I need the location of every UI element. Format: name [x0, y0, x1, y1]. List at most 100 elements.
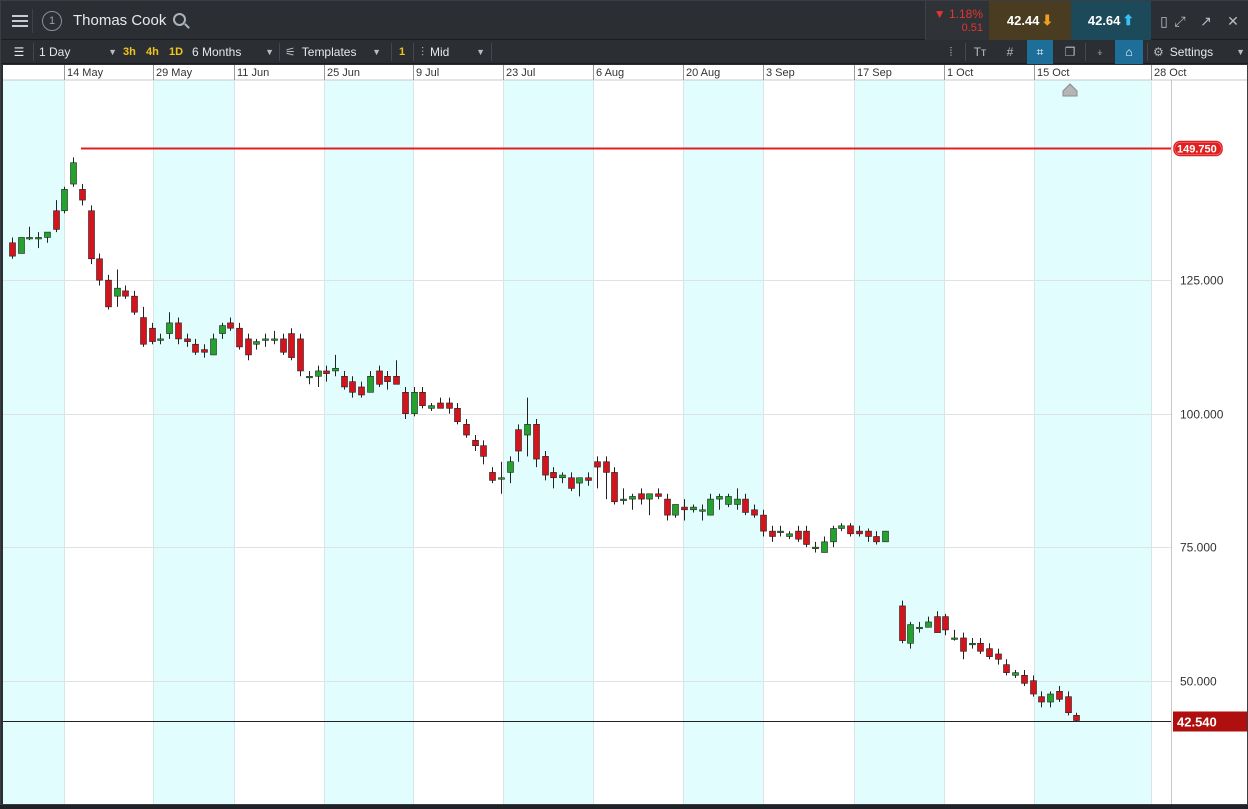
candle [437, 397, 444, 409]
instrument-title[interactable]: Thomas Cook [73, 12, 166, 29]
buy-button[interactable]: 42.64 ⬆ [1071, 1, 1151, 40]
last-price-tag: 42.540 [1173, 711, 1247, 732]
candle-body [1003, 664, 1010, 673]
candle-body [916, 626, 923, 630]
candle-body [611, 472, 618, 503]
x-tick-label: 6 Aug [596, 67, 624, 79]
crosshair-grid-icon[interactable]: ⌗ [1027, 40, 1053, 64]
candle-body [271, 338, 278, 341]
interval-3h-button[interactable]: 3h [123, 40, 136, 64]
grid-icon[interactable]: # [999, 40, 1021, 64]
candle-body [594, 461, 601, 468]
close-icon[interactable]: ✕ [1223, 11, 1243, 31]
y-tick-label: 75.000 [1180, 541, 1217, 555]
price-type-select[interactable]: ⫶ Mid ▼ [421, 40, 485, 64]
candle-body [812, 546, 819, 549]
candle-body [803, 530, 810, 545]
candle-body [384, 375, 391, 382]
candle [480, 440, 487, 465]
range-select[interactable]: 6 Months ▼ [192, 40, 274, 64]
x-tick-label: 3 Sep [766, 67, 795, 79]
candle-body [253, 341, 260, 345]
candle-body [349, 381, 356, 393]
candle [1021, 669, 1028, 687]
change-percent: 1.18% [948, 7, 983, 21]
chevron-down-icon: ▼ [108, 47, 117, 57]
candle-body [515, 429, 522, 452]
candle-body [393, 375, 400, 385]
candle-body [725, 496, 732, 505]
candle [489, 467, 496, 484]
last-price-tag-label: 42.540 [1177, 715, 1217, 730]
settings-menu[interactable]: ⚙ Settings ▼ [1153, 40, 1245, 64]
templates-label: Templates [301, 45, 357, 59]
candle-body [742, 498, 749, 513]
candle-body [865, 530, 872, 537]
candlestick-chart[interactable]: 14 May 29 May 11 Jun 25 Jun 9 Jul 23 Jul 6 Aug… [3, 65, 1247, 804]
x-tick-label: 23 Jul [506, 67, 535, 79]
x-tick-label: 14 May [67, 67, 104, 79]
candle-body [1073, 715, 1080, 721]
candle-body [245, 338, 252, 356]
x-tick-label: 17 Sep [857, 67, 892, 79]
candle-body [1021, 675, 1028, 684]
candle-body [934, 616, 941, 633]
horizontal-level-tag: 149.750 [1173, 140, 1223, 157]
candle-body [149, 327, 156, 342]
candle-body [646, 493, 653, 500]
candle [838, 523, 845, 532]
candle-body [550, 472, 557, 479]
candle [803, 525, 810, 548]
candle-body [26, 237, 33, 240]
ruler-icon[interactable]: ⦙ [941, 40, 961, 64]
x-tick-label: 15 Oct [1037, 67, 1069, 79]
templates-menu[interactable]: ⚟ Templates ▼ [285, 40, 381, 64]
candle-body [576, 477, 583, 484]
candle-body [777, 530, 784, 533]
indicator-count-badge[interactable]: 1 [399, 40, 405, 64]
candle-body [995, 653, 1002, 660]
pin-icon[interactable]: ⍖ [1089, 40, 1111, 64]
candle [419, 386, 426, 409]
candle [960, 632, 967, 660]
candle-body [44, 231, 51, 238]
candle [769, 525, 776, 542]
candle [646, 493, 653, 516]
interval-4h-button[interactable]: 4h [146, 40, 159, 64]
candle-body [70, 162, 77, 185]
interval-1d-button[interactable]: 1D [169, 40, 183, 64]
candle-body [79, 189, 86, 201]
candle-body [210, 338, 217, 356]
candle [18, 237, 25, 254]
range-value: 6 Months [192, 45, 242, 59]
candle [280, 333, 287, 355]
candle-body [236, 327, 243, 348]
candle-body [734, 498, 741, 505]
x-tick-label: 25 Jun [327, 67, 360, 79]
candle-body [707, 498, 714, 516]
candle-body [907, 624, 914, 644]
candle-body [419, 392, 426, 406]
candle-body [681, 506, 688, 511]
candle-body [358, 386, 365, 396]
price-chart[interactable]: 14 May 29 May 11 Jun 25 Jun 9 Jul 23 Jul 6 Aug… [3, 65, 1247, 804]
change-value: 0.51 [961, 22, 983, 34]
text-tool-icon[interactable]: Tт [969, 40, 991, 64]
interval-select[interactable]: 1 Day ▼ [39, 40, 117, 64]
candle-body [585, 477, 592, 481]
candle-body [306, 375, 313, 379]
expand-icon[interactable]: ⤢ [1170, 11, 1190, 31]
candle [795, 525, 802, 542]
candle-body [367, 375, 374, 393]
list-icon[interactable]: ☰ [9, 40, 29, 64]
search-icon[interactable] [173, 13, 186, 26]
sell-button[interactable]: 42.44 ⬇ [989, 1, 1071, 40]
window-number-icon[interactable]: 1 [42, 11, 62, 31]
candle-body [977, 642, 984, 652]
layers-icon[interactable]: ❐ [1059, 40, 1081, 64]
y-tick-label: 125.000 [1180, 274, 1224, 288]
price-tag-icon[interactable]: ⌂ [1115, 40, 1143, 64]
chart-window: 1 Thomas Cook ▼ 1.18% 0.51 42.44 ⬇ 42.64… [0, 0, 1248, 805]
menu-icon[interactable] [7, 9, 33, 33]
popout-icon[interactable]: ↗ [1196, 11, 1216, 31]
